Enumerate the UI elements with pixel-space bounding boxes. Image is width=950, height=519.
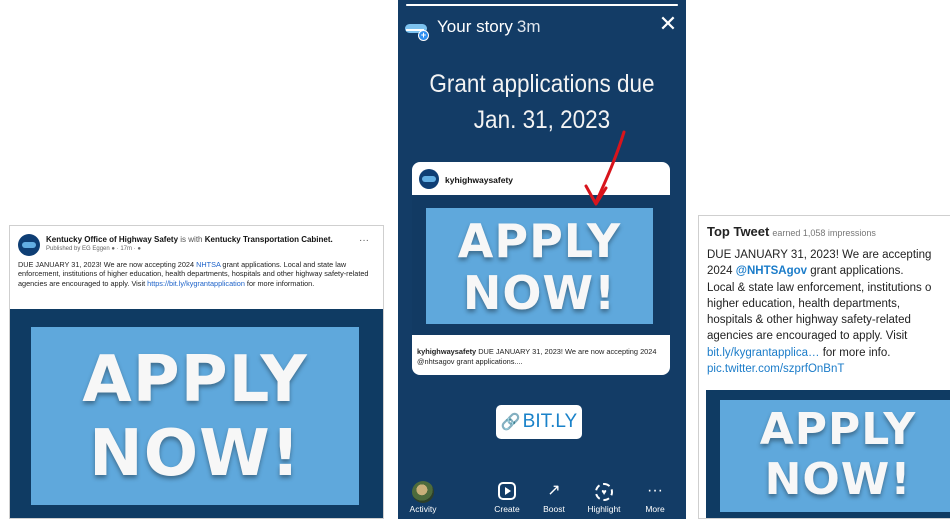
more-options-button[interactable]: ··· [359,235,369,246]
story-headline-line2: Jan. 31, 2023 [473,106,611,134]
tweet-line: agencies are encouraged to apply. Visit [707,330,908,343]
top-tweet-panel: Top Tweet earned 1,058 impressions DUE JA… [698,215,950,519]
tweet-line: bit.ly/kygrantapplica… for more info. [707,345,950,361]
post-author-line: Kentucky Office of Highway Safety is wit… [46,235,333,244]
instagram-story: + Your story 3m ✕ Grant applications due … [398,0,686,519]
tweet-text: 2024 [707,265,736,278]
more-icon: ··· [647,482,663,499]
story-avatar[interactable]: + [404,16,430,42]
story-time: 3m [516,17,541,36]
impressions-text: earned 1,058 impressions [772,228,876,238]
pic-link[interactable]: pic.twitter.com/szprfOnBnT [707,363,844,375]
post-body: DUE JANUARY 31, 2023! We are now accepti… [18,260,374,288]
tweet-line: higher education, health departments, [707,297,901,310]
nav-label: Highlight [587,504,621,514]
grant-url-link[interactable]: https://bit.ly/kygrantapplication [147,279,245,288]
page-avatar[interactable] [18,234,40,256]
with-text: is with [180,235,203,244]
card-avatar [419,169,439,189]
apply-text: APPLY [82,343,308,417]
card-username: kyhighwaysafety [445,175,514,185]
now-text: NOW! [462,266,617,320]
apply-text: APPLY [457,214,622,268]
card-image: APPLY NOW! [412,195,670,335]
nav-highlight[interactable]: ♥ Highlight [582,478,626,514]
nhtsa-mention-link[interactable]: @NHTSAgov [736,265,807,277]
card-header: kyhighwaysafety [412,162,670,195]
story-owner: Your story [437,17,513,36]
tweet-line: hospitals & other highway safety-related [707,314,911,327]
card-caption: kyhighwaysafety DUE JANUARY 31, 2023! We… [417,347,667,367]
nav-label: Activity [409,504,437,514]
post-image[interactable]: APPLY NOW! [10,309,383,518]
apply-now-panel: APPLY NOW! [426,208,653,324]
now-text: NOW! [764,454,912,505]
tweet-line: DUE JANUARY 31, 2023! We are accepting [707,249,932,261]
apply-text: APPLY [759,404,917,455]
nav-label: More [645,504,665,514]
apply-now-panel: APPLY NOW! [720,400,950,512]
link-sticker-label: BIT.LY [522,411,578,432]
post-header: Kentucky Office of Highway Safety is wit… [10,226,383,256]
nav-boost[interactable]: ↗ Boost [532,478,576,514]
close-icon[interactable]: ✕ [658,13,678,35]
screenshot-collage: Kentucky Office of Highway Safety is wit… [0,0,950,519]
nav-activity[interactable]: Activity [401,478,445,514]
nhtsa-link[interactable]: NHTSA [196,260,220,269]
tweet-line: Local & state law enforcement, instituti… [707,281,932,294]
link-icon: 🔗 [500,414,521,431]
nav-label: Boost [543,504,565,514]
boost-icon: ↗ [547,482,561,499]
tweet-line: pic.twitter.com/szprfOnBnT [707,361,950,377]
nav-more[interactable]: ··· More [633,478,677,514]
tweet-header: Top Tweet earned 1,058 impressions [707,223,876,241]
story-headline-line1: Grant applications due [429,70,655,98]
story-title: Your story 3m [437,17,541,37]
page-name[interactable]: Kentucky Office of Highway Safety [46,235,178,244]
post-meta: Published by EG Eggen ● · 17m · ● [46,246,141,252]
tweet-text: for more info. [819,346,891,359]
highlight-icon: ♥ [595,483,613,501]
caption-username: kyhighwaysafety [417,347,477,356]
bitly-link[interactable]: bit.ly/kygrantapplica… [707,347,820,359]
tweet-line: 2024 @NHTSAgov grant applications. [707,263,950,279]
apply-now-panel: APPLY NOW! [31,327,359,505]
tweet-body: DUE JANUARY 31, 2023! We are accepting 2… [707,247,950,377]
nav-label: Create [494,504,520,514]
post-text-start: DUE JANUARY 31, 2023! We are now accepti… [18,260,197,269]
link-sticker[interactable]: 🔗 BIT.LY [496,405,582,439]
tweet-image[interactable]: APPLY NOW! [706,390,950,518]
create-icon [498,482,516,500]
add-icon: + [418,30,429,41]
tweet-text: grant applications. [807,265,904,278]
post-text-end: for more information. [244,278,315,288]
top-tweet-heading: Top Tweet [707,224,770,239]
facebook-post: Kentucky Office of Highway Safety is wit… [9,225,384,519]
story-progress-bar [406,4,678,6]
tagged-page[interactable]: Kentucky Transportation Cabinet. [205,235,333,244]
activity-thumbnail-icon [412,481,434,503]
now-text: NOW! [89,417,301,491]
shared-post-card[interactable]: kyhighwaysafety APPLY NOW! kyhighwaysafe… [412,162,670,375]
nav-create[interactable]: Create [485,478,529,514]
story-bottom-nav: Activity Create ↗ Boost ♥ Highlight ··· … [398,478,686,519]
